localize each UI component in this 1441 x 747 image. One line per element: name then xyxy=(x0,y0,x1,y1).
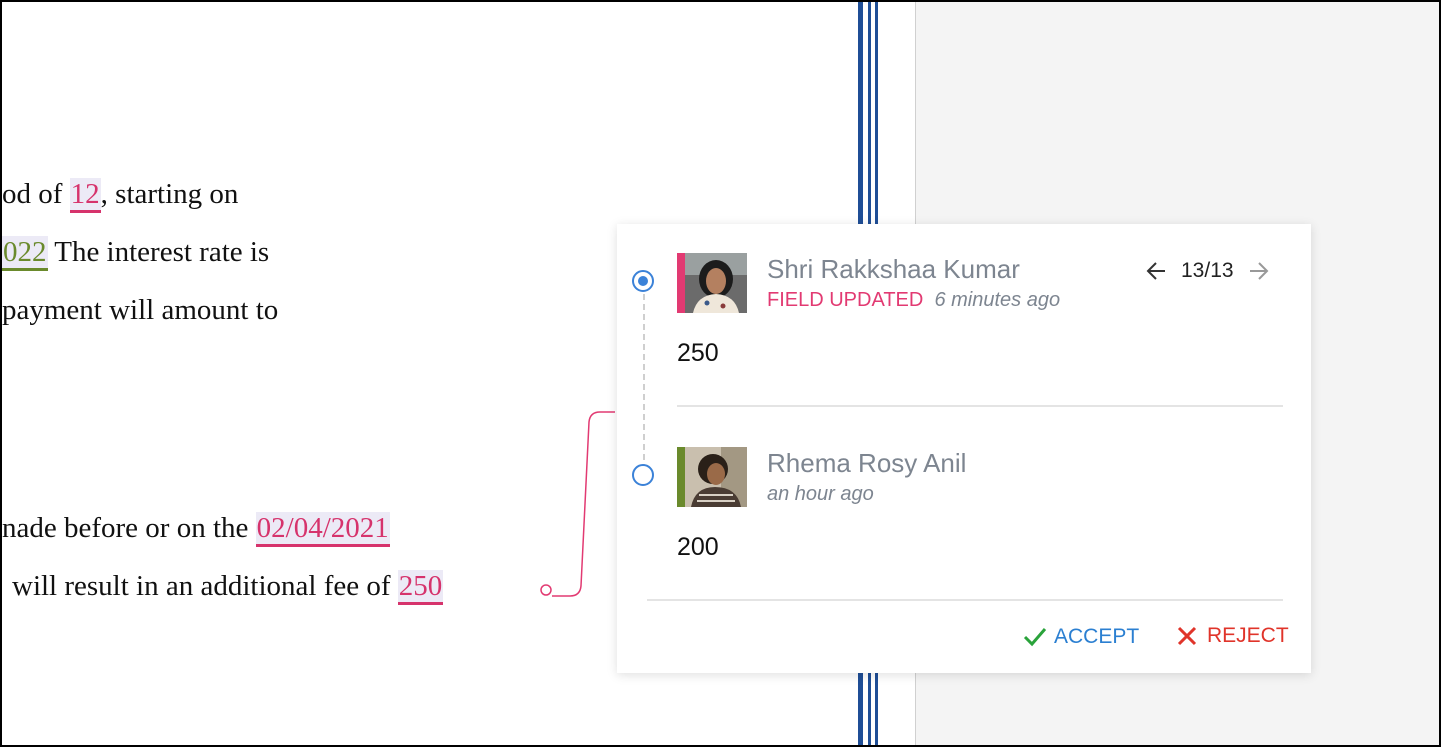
field-history-popup: Shri Rakkshaa Kumar FIELD UPDATED 6 minu… xyxy=(617,224,1311,673)
field-due-date[interactable]: 02/04/2021 xyxy=(255,512,390,547)
author-color-stripe xyxy=(677,253,685,313)
timestamp: 6 minutes ago xyxy=(934,289,1061,311)
accept-button[interactable]: ACCEPT xyxy=(1022,624,1139,650)
actions-divider xyxy=(647,599,1283,601)
document-line: nade before or on the 02/04/2021 xyxy=(2,510,390,547)
avatar xyxy=(677,253,747,313)
close-icon xyxy=(1177,626,1197,646)
author-name: Shri Rakkshaa Kumar xyxy=(767,254,1020,284)
change-meta: FIELD UPDATED 6 minutes ago xyxy=(767,289,1060,312)
author-color-stripe xyxy=(677,447,685,507)
timestamp: an hour ago xyxy=(767,483,874,505)
status-label: FIELD UPDATED xyxy=(767,289,924,311)
version-pager: 13/13 xyxy=(1143,257,1272,285)
radio-dot xyxy=(638,276,648,286)
entry-divider xyxy=(677,405,1283,407)
arrow-right-icon[interactable] xyxy=(1244,257,1272,285)
document-line: 022 The interest rate is xyxy=(2,234,269,271)
user-photo xyxy=(685,253,747,313)
user-photo xyxy=(685,447,747,507)
avatar xyxy=(677,447,747,507)
document-line: will result in an additional fee of 250 xyxy=(12,568,444,605)
field-period[interactable]: 12 xyxy=(69,178,101,213)
version-radio[interactable] xyxy=(632,464,654,486)
pager-position: 13/13 xyxy=(1181,259,1234,282)
reject-label: REJECT xyxy=(1207,624,1289,647)
change-meta: an hour ago xyxy=(767,483,874,506)
field-value: 200 xyxy=(677,533,719,561)
timeline-connector xyxy=(643,294,645,480)
checkmark-icon xyxy=(1023,628,1047,647)
field-start-date[interactable]: 022 xyxy=(2,236,48,271)
version-radio-selected[interactable] xyxy=(632,270,654,292)
app-frame: od of 12, starting on 022 The interest r… xyxy=(0,0,1441,747)
field-value: 250 xyxy=(677,339,719,367)
arrow-left-icon[interactable] xyxy=(1143,257,1171,285)
field-additional-fee[interactable]: 250 xyxy=(397,570,444,605)
document-line: od of 12, starting on xyxy=(2,176,238,213)
document-line: payment will amount to xyxy=(2,294,279,326)
author-name: Rhema Rosy Anil xyxy=(767,448,967,478)
reject-button[interactable]: REJECT xyxy=(1175,624,1289,648)
accept-label: ACCEPT xyxy=(1054,625,1140,648)
